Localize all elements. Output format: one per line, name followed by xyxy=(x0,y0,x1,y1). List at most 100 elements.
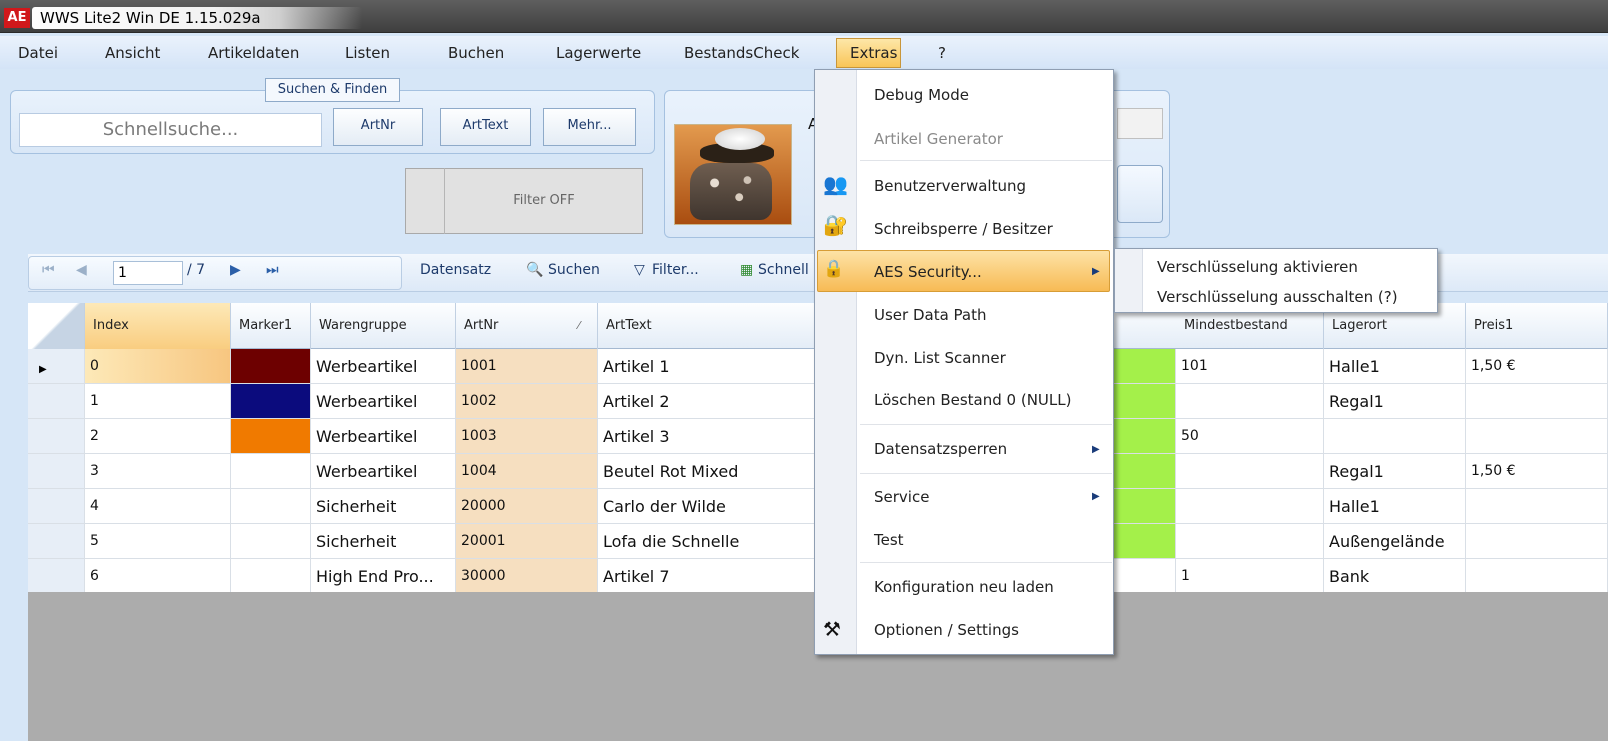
table-cell-lager[interactable]: Regal1 xyxy=(1324,384,1466,419)
table-cell-index[interactable]: 0 xyxy=(85,349,231,384)
menu-loeschen-bestand[interactable]: Löschen Bestand 0 (NULL) xyxy=(874,391,1071,409)
table-cell-arttext[interactable]: Lofa die Schnelle xyxy=(598,524,818,559)
column-header-index[interactable]: Index xyxy=(85,303,231,349)
table-cell-arttext[interactable]: Artikel 2 xyxy=(598,384,818,419)
table-cell-min[interactable] xyxy=(1176,489,1324,524)
last-record-icon[interactable]: ⏭ xyxy=(266,262,279,278)
menu-debug-mode[interactable]: Debug Mode xyxy=(874,86,969,104)
table-cell-lager[interactable]: Halle1 xyxy=(1324,489,1466,524)
record-number-input[interactable]: 1 xyxy=(113,261,183,285)
menu-artikel-generator[interactable]: Artikel Generator xyxy=(874,130,1003,148)
marker-color-cell[interactable] xyxy=(231,419,311,454)
menu-dyn-list-scanner[interactable]: Dyn. List Scanner xyxy=(874,349,1006,367)
menu-datensatzsperren[interactable]: Datensatzsperren xyxy=(874,440,1007,458)
menu-benutzerverwaltung[interactable]: Benutzerverwaltung xyxy=(874,177,1026,195)
menu-bestandscheck[interactable]: BestandsCheck xyxy=(684,44,799,62)
menu-optionen-settings[interactable]: Optionen / Settings xyxy=(874,621,1019,639)
table-cell-arttext[interactable]: Artikel 3 xyxy=(598,419,818,454)
table-cell-preis[interactable]: 1,50 € xyxy=(1466,454,1608,489)
row-header[interactable] xyxy=(28,524,85,559)
marker-color-cell[interactable] xyxy=(231,349,311,384)
row-header[interactable] xyxy=(28,559,85,594)
table-cell-arttext[interactable]: Carlo der Wilde xyxy=(598,489,818,524)
table-cell-arttext[interactable]: Artikel 7 xyxy=(598,559,818,594)
table-cell-index[interactable]: 4 xyxy=(85,489,231,524)
article-field[interactable] xyxy=(1117,108,1163,139)
menu-artikeldaten[interactable]: Artikeldaten xyxy=(208,44,299,62)
table-cell-arttext[interactable]: Beutel Rot Mixed xyxy=(598,454,818,489)
schnell-button[interactable]: Schnell xyxy=(758,262,809,278)
table-cell-artnr[interactable]: 1001 xyxy=(456,349,598,384)
marker-color-cell[interactable] xyxy=(231,489,311,524)
row-header[interactable] xyxy=(28,454,85,489)
status-color-cell[interactable] xyxy=(1110,454,1176,489)
table-cell-group[interactable]: Werbeartikel xyxy=(311,384,456,419)
table-cell-index[interactable]: 5 xyxy=(85,524,231,559)
status-color-cell[interactable] xyxy=(1110,384,1176,419)
menu-extras[interactable]: Extras xyxy=(850,44,897,62)
menu-buchen[interactable]: Buchen xyxy=(448,44,504,62)
table-cell-preis[interactable] xyxy=(1466,419,1608,454)
status-color-cell[interactable] xyxy=(1110,524,1176,559)
menu-verschluesselung-ausschalten[interactable]: Verschlüsselung ausschalten (?) xyxy=(1157,288,1398,306)
table-cell-artnr[interactable]: 30000 xyxy=(456,559,598,594)
table-cell-artnr[interactable]: 1002 xyxy=(456,384,598,419)
table-cell-group[interactable]: Sicherheit xyxy=(311,524,456,559)
status-color-cell[interactable] xyxy=(1110,559,1176,594)
table-cell-group[interactable]: High End Pro... xyxy=(311,559,456,594)
table-cell-preis[interactable] xyxy=(1466,384,1608,419)
table-cell-min[interactable]: 1 xyxy=(1176,559,1324,594)
table-cell-preis[interactable] xyxy=(1466,524,1608,559)
table-cell-preis[interactable] xyxy=(1466,559,1608,594)
quick-search-input[interactable]: Schnellsuche... xyxy=(19,113,322,147)
status-color-cell[interactable] xyxy=(1110,349,1176,384)
status-color-cell[interactable] xyxy=(1110,489,1176,524)
table-cell-min[interactable] xyxy=(1176,524,1324,559)
menu-service[interactable]: Service xyxy=(874,488,929,506)
menu-datei[interactable]: Datei xyxy=(18,44,58,62)
marker-color-cell[interactable] xyxy=(231,454,311,489)
column-header-warengruppe[interactable]: Warengruppe xyxy=(311,303,456,349)
filter-nav-button[interactable]: Filter... xyxy=(652,262,699,278)
datensatz-button[interactable]: Datensatz xyxy=(420,262,491,278)
more-search-button[interactable]: Mehr... xyxy=(543,108,636,146)
table-cell-lager[interactable]: Bank xyxy=(1324,559,1466,594)
menu-ansicht[interactable]: Ansicht xyxy=(105,44,160,62)
row-header[interactable] xyxy=(28,419,85,454)
marker-color-cell[interactable] xyxy=(231,559,311,594)
article-action-button[interactable] xyxy=(1117,165,1163,223)
table-cell-index[interactable]: 6 xyxy=(85,559,231,594)
menu-user-data-path[interactable]: User Data Path xyxy=(874,306,987,324)
table-cell-group[interactable]: Werbeartikel xyxy=(311,454,456,489)
table-cell-artnr[interactable]: 1003 xyxy=(456,419,598,454)
column-header-marker1[interactable]: Marker1 xyxy=(231,303,311,349)
table-cell-group[interactable]: Werbeartikel xyxy=(311,419,456,454)
table-cell-min[interactable]: 101 xyxy=(1176,349,1324,384)
marker-color-cell[interactable] xyxy=(231,524,311,559)
table-cell-lager[interactable]: Außengelände xyxy=(1324,524,1466,559)
row-header[interactable]: ▶ xyxy=(28,349,85,384)
table-cell-artnr[interactable]: 20000 xyxy=(456,489,598,524)
row-header[interactable] xyxy=(28,489,85,524)
table-cell-arttext[interactable]: Artikel 1 xyxy=(598,349,818,384)
menu-test[interactable]: Test xyxy=(874,531,904,549)
prev-record-icon[interactable]: ◀ xyxy=(76,262,87,278)
table-cell-index[interactable]: 1 xyxy=(85,384,231,419)
column-header-arttext[interactable]: ArtText xyxy=(598,303,818,349)
column-header-artnr[interactable]: ArtNr xyxy=(456,303,598,349)
table-cell-index[interactable]: 3 xyxy=(85,454,231,489)
marker-color-cell[interactable] xyxy=(231,384,311,419)
artnr-search-button[interactable]: ArtNr xyxy=(333,108,423,146)
column-header-preis1[interactable]: Preis1 xyxy=(1466,303,1608,349)
menu-aes-security[interactable]: AES Security... xyxy=(874,263,982,281)
menu-schreibsperre[interactable]: Schreibsperre / Besitzer xyxy=(874,220,1053,238)
suchen-button[interactable]: Suchen xyxy=(548,262,600,278)
arttext-search-button[interactable]: ArtText xyxy=(440,108,531,146)
table-cell-preis[interactable]: 1,50 € xyxy=(1466,349,1608,384)
menu-lagerwerte[interactable]: Lagerwerte xyxy=(556,44,641,62)
table-cell-min[interactable]: 50 xyxy=(1176,419,1324,454)
table-cell-min[interactable] xyxy=(1176,454,1324,489)
table-cell-lager[interactable] xyxy=(1324,419,1466,454)
menu-konfiguration-neu-laden[interactable]: Konfiguration neu laden xyxy=(874,578,1054,596)
table-cell-artnr[interactable]: 1004 xyxy=(456,454,598,489)
